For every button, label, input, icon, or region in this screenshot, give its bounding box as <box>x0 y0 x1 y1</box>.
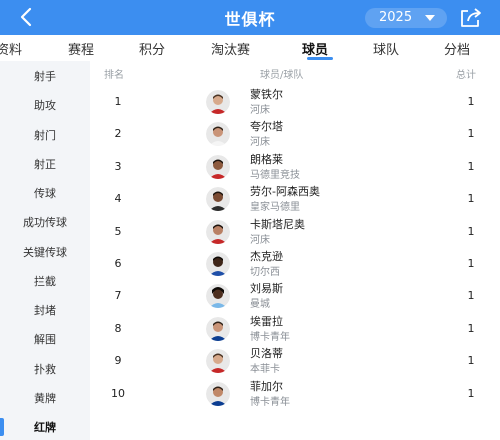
total-value: 1 <box>467 289 475 302</box>
total-value: 1 <box>467 160 475 173</box>
player-column-header: 球员/球队 <box>260 70 304 81</box>
table-row[interactable]: 9 贝洛蒂 本菲卡 1 <box>90 345 500 377</box>
player-team: 切尔西 <box>250 267 280 278</box>
rank-value: 8 <box>114 322 122 335</box>
player-team: 曼城 <box>250 299 270 310</box>
caret-down-icon <box>425 15 435 21</box>
total-value: 1 <box>467 127 475 140</box>
player-team: 马德里竞技 <box>250 170 300 181</box>
sidebar-item-key-passes[interactable]: 关键传球 <box>0 244 90 260</box>
rank-value: 10 <box>111 387 125 400</box>
rank-value: 7 <box>114 289 122 302</box>
tab-standings[interactable]: 积分 <box>139 39 165 58</box>
active-tab-indicator <box>307 57 333 60</box>
rank-value: 2 <box>114 127 122 140</box>
top-bar: 世俱杯 2025 <box>0 0 500 35</box>
tab-bar: 资料 赛程 积分 淘汰赛 球员 球队 分档 <box>0 35 500 61</box>
sidebar-item-interceptions[interactable]: 拦截 <box>0 273 90 289</box>
player-avatar <box>206 317 230 341</box>
player-team: 本菲卡 <box>250 364 280 375</box>
player-name: 埃雷拉 <box>250 315 283 328</box>
player-avatar <box>206 155 230 179</box>
sidebar-item-clearances[interactable]: 解围 <box>0 331 90 347</box>
rank-value: 3 <box>114 160 122 173</box>
table-row[interactable]: 4 劳尔-阿森西奥 皇家马德里 1 <box>90 183 500 215</box>
player-avatar <box>206 349 230 373</box>
table-row[interactable]: 2 夸尔塔 河床 1 <box>90 118 500 150</box>
player-team: 河床 <box>250 137 270 148</box>
player-avatar <box>206 187 230 211</box>
tab-pots[interactable]: 分档 <box>444 39 470 58</box>
player-avatar <box>206 122 230 146</box>
total-value: 1 <box>467 257 475 270</box>
rank-value: 5 <box>114 225 122 238</box>
tab-schedule[interactable]: 赛程 <box>68 39 94 58</box>
total-value: 1 <box>467 192 475 205</box>
sidebar-item-yellow-cards[interactable]: 黄牌 <box>0 390 90 406</box>
rank-column-header: 排名 <box>104 70 124 81</box>
year-selector[interactable]: 2025 <box>365 8 447 28</box>
player-name: 蒙铁尔 <box>250 88 283 101</box>
tab-players[interactable]: 球员 <box>302 39 328 58</box>
total-value: 1 <box>467 354 475 367</box>
table-row[interactable]: 6 杰克逊 切尔西 1 <box>90 248 500 280</box>
player-name: 夸尔塔 <box>250 120 283 133</box>
player-name: 贝洛蒂 <box>250 347 283 360</box>
player-name: 朗格莱 <box>250 153 283 166</box>
player-avatar <box>206 382 230 406</box>
total-value: 1 <box>467 95 475 108</box>
sidebar-item-red-cards[interactable]: 红牌 <box>0 419 90 435</box>
player-avatar <box>206 252 230 276</box>
total-value: 1 <box>467 387 475 400</box>
stat-category-sidebar: 射手 助攻 射门 射正 传球 成功传球 关键传球 拦截 封堵 解围 扑救 黄牌 … <box>0 61 90 440</box>
total-value: 1 <box>467 225 475 238</box>
total-column-header: 总计 <box>456 70 476 81</box>
player-avatar <box>206 220 230 244</box>
player-avatar <box>206 284 230 308</box>
tab-profile[interactable]: 资料 <box>0 39 22 58</box>
rank-value: 4 <box>114 192 122 205</box>
player-name: 卡斯塔尼奥 <box>250 218 305 231</box>
player-name: 菲加尔 <box>250 380 283 393</box>
table-row[interactable]: 5 卡斯塔尼奥 河床 1 <box>90 216 500 248</box>
sidebar-item-passes[interactable]: 传球 <box>0 185 90 201</box>
rank-value: 6 <box>114 257 122 270</box>
player-team: 博卡青年 <box>250 397 290 408</box>
rank-value: 9 <box>114 354 122 367</box>
rank-value: 1 <box>114 95 122 108</box>
sidebar-item-shots[interactable]: 射门 <box>0 127 90 143</box>
year-value: 2025 <box>379 10 413 25</box>
table-row[interactable]: 8 埃雷拉 博卡青年 1 <box>90 313 500 345</box>
player-team: 博卡青年 <box>250 332 290 343</box>
player-name: 杰克逊 <box>250 250 283 263</box>
sidebar-item-assists[interactable]: 助攻 <box>0 97 90 113</box>
player-avatar <box>206 90 230 114</box>
table-row[interactable]: 7 刘易斯 曼城 1 <box>90 280 500 312</box>
player-team: 河床 <box>250 105 270 116</box>
player-name: 劳尔-阿森西奥 <box>250 185 320 198</box>
table-row[interactable]: 1 蒙铁尔 河床 1 <box>90 86 500 118</box>
sidebar-item-saves[interactable]: 扑救 <box>0 361 90 377</box>
tab-knockout[interactable]: 淘汰赛 <box>211 39 250 58</box>
total-value: 1 <box>467 322 475 335</box>
sidebar-item-successful-passes[interactable]: 成功传球 <box>0 214 90 230</box>
sidebar-item-shots-on-target[interactable]: 射正 <box>0 156 90 172</box>
player-team: 河床 <box>250 235 270 246</box>
share-icon[interactable] <box>459 7 483 29</box>
player-team: 皇家马德里 <box>250 202 300 213</box>
tab-teams[interactable]: 球队 <box>373 39 399 58</box>
table-row[interactable]: 10 菲加尔 博卡青年 1 <box>90 378 500 410</box>
sidebar-item-goals[interactable]: 射手 <box>0 68 90 84</box>
sidebar-item-blocks[interactable]: 封堵 <box>0 302 90 318</box>
player-name: 刘易斯 <box>250 282 283 295</box>
table-row[interactable]: 3 朗格莱 马德里竞技 1 <box>90 151 500 183</box>
